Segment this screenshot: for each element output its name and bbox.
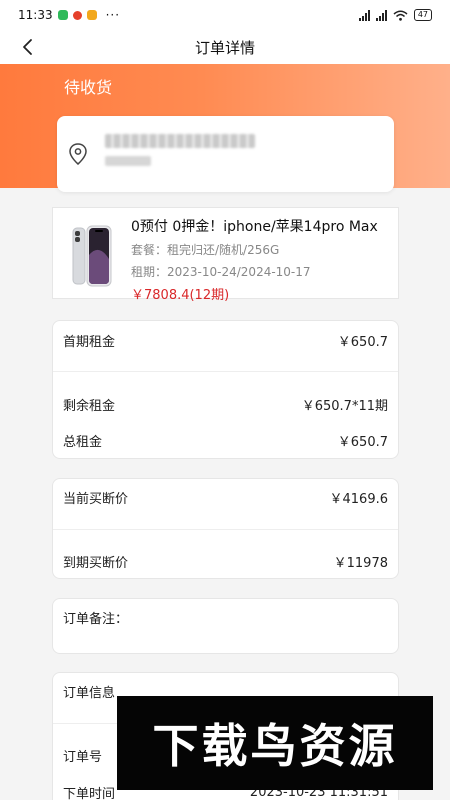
status-bar: 11:33 ··· 47 bbox=[0, 0, 450, 30]
product-term: 租期：2023-10-24/2024-10-17 bbox=[131, 263, 311, 280]
remark-card[interactable]: 订单备注： bbox=[52, 598, 399, 654]
first-rent-value: ￥650.7 bbox=[337, 334, 388, 350]
product-title: 0预付 0押金！iphone/苹果14pro Max bbox=[131, 219, 378, 235]
location-pin-icon bbox=[69, 143, 87, 165]
first-rent-label: 首期租金 bbox=[63, 334, 116, 350]
expiry-buyout-label: 到期买断价 bbox=[63, 555, 129, 571]
order-status-text: 待收货 bbox=[64, 78, 113, 97]
status-bar-left: 11:33 ··· bbox=[18, 8, 120, 22]
product-package: 套餐：租完归还/随机/256G bbox=[131, 241, 279, 258]
app-notification-icon bbox=[72, 10, 82, 20]
first-rent-row: 首期租金 ￥650.7 bbox=[53, 330, 398, 350]
chevron-left-icon bbox=[23, 39, 32, 55]
navigation-header: 订单详情 bbox=[0, 30, 450, 64]
expiry-buyout-value: ￥11978 bbox=[333, 555, 388, 571]
divider bbox=[53, 529, 398, 530]
term-label: 租期： bbox=[131, 265, 168, 279]
screen: 11:33 ··· 47 订单详情 待收货 0预付 0押金！iphone/苹果1… bbox=[0, 0, 450, 800]
order-number-label: 订单号 bbox=[63, 749, 103, 765]
remaining-rent-value: ￥650.7*11期 bbox=[301, 398, 388, 414]
total-rent-row: 总租金 ￥650.7 bbox=[53, 430, 398, 450]
status-bar-right: 47 bbox=[358, 9, 432, 21]
remaining-rent-label: 剩余租金 bbox=[63, 398, 116, 414]
address-name-phone: ******* bbox=[105, 134, 255, 148]
current-buyout-value: ￥4169.6 bbox=[329, 491, 389, 507]
order-time-label: 下单时间 bbox=[63, 786, 116, 800]
product-card[interactable]: 0预付 0押金！iphone/苹果14pro Max 套餐：租完归还/随机/25… bbox=[52, 207, 399, 303]
term-value: 2023-10-24/2024-10-17 bbox=[167, 265, 311, 279]
divider bbox=[53, 371, 398, 372]
page-title: 订单详情 bbox=[194, 38, 255, 57]
signal-2-icon bbox=[375, 9, 387, 21]
product-price: ￥7808.4(12期) bbox=[131, 288, 230, 303]
wechat-notification-icon bbox=[57, 10, 68, 20]
remark-label: 订单备注： bbox=[63, 611, 129, 627]
iphone-product-image bbox=[72, 225, 112, 287]
wifi-icon bbox=[393, 10, 408, 21]
status-time: 11:33 bbox=[18, 8, 53, 22]
package-label: 套餐： bbox=[131, 243, 168, 257]
more-notifications: ··· bbox=[105, 8, 121, 22]
message-notification-icon bbox=[86, 10, 97, 20]
total-rent-label: 总租金 bbox=[63, 434, 103, 450]
watermark-overlay: 下载鸟资源 bbox=[117, 696, 433, 790]
signal-1-icon bbox=[358, 9, 370, 21]
order-info-title: 订单信息 bbox=[63, 685, 116, 701]
package-value: 租完归还/随机/256G bbox=[167, 243, 280, 257]
current-buyout-label: 当前买断价 bbox=[63, 491, 129, 507]
address-detail: **** bbox=[105, 156, 151, 166]
back-button[interactable] bbox=[14, 32, 40, 62]
remaining-rent-row: 剩余租金 ￥650.7*11期 bbox=[53, 394, 398, 414]
address-card[interactable]: ******* **** bbox=[57, 116, 394, 192]
rent-card: 首期租金 ￥650.7 剩余租金 ￥650.7*11期 总租金 ￥650.7 bbox=[52, 320, 399, 459]
battery-icon: 47 bbox=[413, 9, 432, 21]
watermark-text: 下载鸟资源 bbox=[152, 719, 398, 773]
total-rent-value: ￥650.7 bbox=[337, 434, 388, 450]
expiry-buyout-row: 到期买断价 ￥11978 bbox=[53, 551, 398, 571]
remark-row: 订单备注： bbox=[53, 607, 398, 627]
current-buyout-row: 当前买断价 ￥4169.6 bbox=[53, 487, 398, 507]
buyout-card: 当前买断价 ￥4169.6 到期买断价 ￥11978 bbox=[52, 478, 399, 579]
